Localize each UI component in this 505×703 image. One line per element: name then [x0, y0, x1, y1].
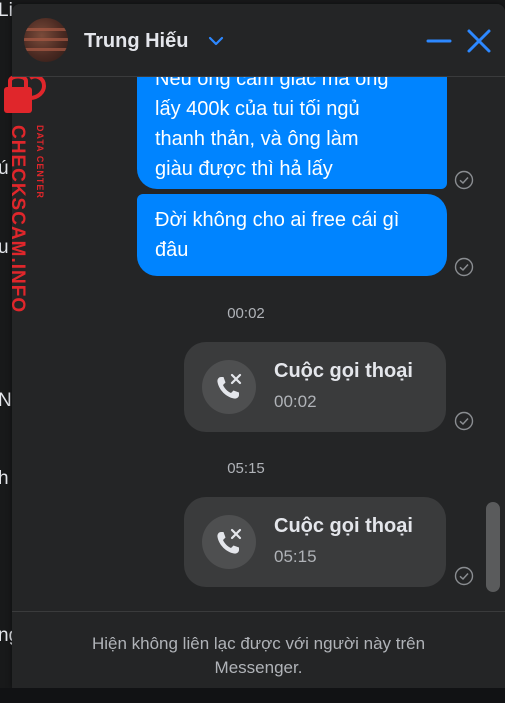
avatar[interactable] [24, 18, 68, 62]
missed-call-icon [202, 360, 256, 414]
chat-window: Trung Hiếu Nếu ông cảm giác mà ông lấy 4… [12, 4, 505, 688]
background-text: h [0, 468, 9, 489]
message-line: thanh thản, và ông làm [155, 128, 359, 150]
message-line: lấy 400k của tui tối ngủ [155, 98, 360, 120]
call-title: Cuộc gọi thoại [274, 515, 413, 537]
message-bubble[interactable]: Đời không cho ai free cái gì đâu [137, 194, 447, 276]
timestamp-separator: 05:15 [227, 460, 265, 477]
message-line: Đời không cho ai free cái gì [155, 209, 400, 231]
scrollbar-thumb[interactable] [486, 502, 500, 592]
call-duration: 05:15 [274, 547, 317, 566]
background-text: N [0, 390, 12, 411]
call-title: Cuộc gọi thoại [274, 360, 413, 382]
seen-check-icon [454, 257, 474, 277]
chat-header: Trung Hiếu [12, 4, 505, 77]
unavailable-notice: Hiện không liên lạc được với người này t… [91, 634, 426, 677]
watermark-brand: CHECKSCAM.INFO [7, 125, 28, 314]
seen-check-icon [454, 411, 474, 431]
watermark-sub: DATA CENTER [35, 125, 45, 199]
message-line: đâu [155, 239, 189, 261]
message-line: Nếu ông cảm giác mà ông [155, 76, 389, 90]
chat-footer: Hiện không liên lạc được với người này t… [12, 611, 505, 688]
call-duration: 00:02 [274, 392, 317, 411]
close-icon[interactable] [464, 26, 494, 56]
watermark: CHECKSCAM.INFO DATA CENTER [0, 72, 54, 322]
contact-name[interactable]: Trung Hiếu [84, 30, 188, 53]
timestamp-separator: 00:02 [227, 305, 265, 322]
missed-call-icon [202, 515, 256, 569]
background-text: Li [0, 0, 13, 21]
call-card[interactable]: Cuộc gọi thoại 05:15 [184, 497, 446, 587]
call-card[interactable]: Cuộc gọi thoại 00:02 [184, 342, 446, 432]
message-bubble[interactable]: Nếu ông cảm giác mà ông lấy 400k của tui… [137, 76, 447, 189]
seen-check-icon [454, 566, 474, 586]
message-list: Nếu ông cảm giác mà ông lấy 400k của tui… [12, 76, 482, 611]
background-bottom-bar [0, 688, 505, 703]
seen-check-icon [454, 170, 474, 190]
chevron-down-icon[interactable] [207, 32, 225, 50]
message-line: giàu được thì hả lấy [155, 158, 333, 180]
minimize-icon[interactable] [424, 26, 454, 56]
